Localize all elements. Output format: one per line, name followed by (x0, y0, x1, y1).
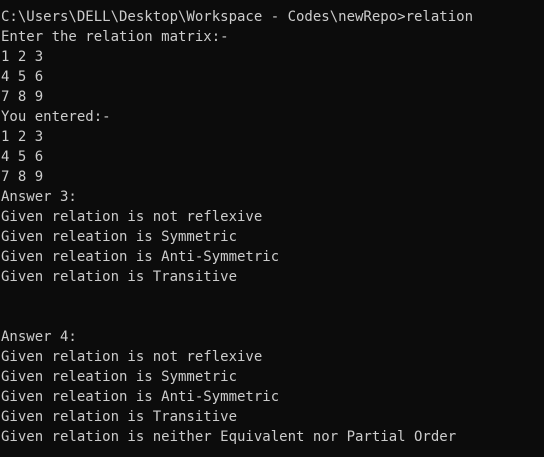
matrix-echo-row: 4 5 6 (1, 149, 44, 165)
output-line: Given relation is Transitive (1, 269, 238, 285)
output-line: Enter the relation matrix:- (1, 29, 229, 45)
output-line: Given releation is Anti-Symmetric (1, 249, 280, 265)
matrix-echo-row: 7 8 9 (1, 169, 44, 185)
answer-heading: Answer 3: (1, 189, 77, 205)
command-prompt-line: C:\Users\DELL\Desktop\Workspace - Codes\… (1, 9, 474, 25)
output-line: Given relation is Transitive (1, 409, 238, 425)
matrix-input-row: 1 2 3 (1, 49, 44, 65)
answer-heading: Answer 4: (1, 329, 77, 345)
console-output[interactable]: C:\Users\DELL\Desktop\Workspace - Codes\… (0, 0, 544, 457)
output-line: Given releation is Symmetric (1, 229, 238, 245)
output-line: Given relation is not reflexive (1, 209, 263, 225)
output-line: Given relation is neither Equivalent nor… (1, 429, 457, 445)
output-line: You entered:- (1, 109, 111, 125)
output-line: Given releation is Anti-Symmetric (1, 389, 280, 405)
matrix-input-row: 7 8 9 (1, 89, 44, 105)
matrix-input-row: 4 5 6 (1, 69, 44, 85)
output-line: Given relation is not reflexive (1, 349, 263, 365)
output-line: Given releation is Symmetric (1, 369, 238, 385)
matrix-echo-row: 1 2 3 (1, 129, 44, 145)
